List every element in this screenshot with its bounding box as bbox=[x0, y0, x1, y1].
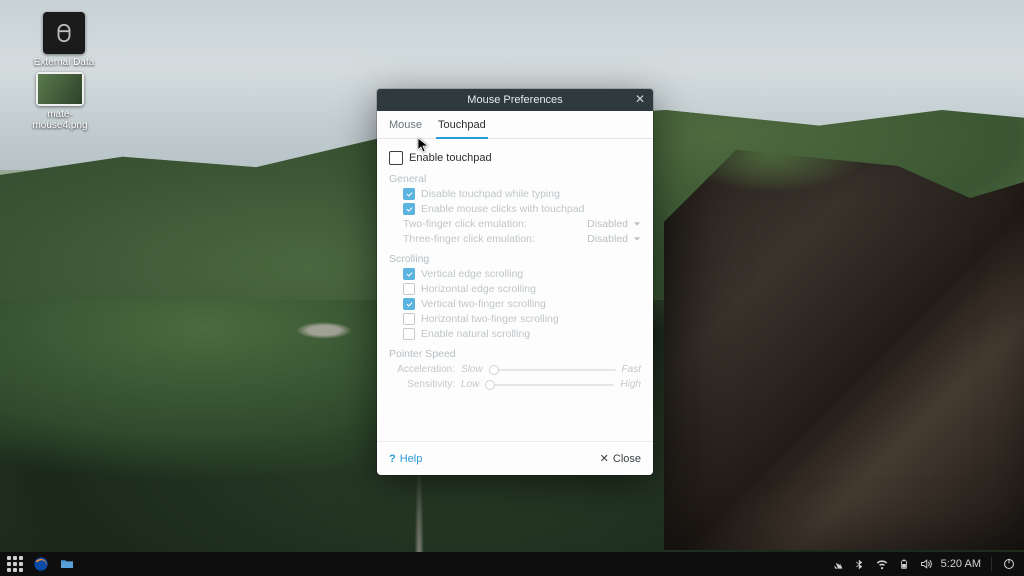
acceleration-row: Acceleration: Slow Fast bbox=[395, 364, 641, 375]
window-titlebar[interactable]: Mouse Preferences ✕ bbox=[377, 89, 653, 111]
close-icon: ✕ bbox=[600, 452, 609, 465]
tab-content: Enable touchpad General Disable touchpad… bbox=[377, 139, 653, 441]
two-finger-row: Two-finger click emulation: Disabled bbox=[403, 218, 641, 230]
enable-touchpad-row: Enable touchpad bbox=[389, 151, 641, 165]
scroll-vedge-label: Vertical edge scrolling bbox=[421, 268, 523, 280]
desktop: External Data mate-mouse4.png Mouse Pref… bbox=[0, 0, 1024, 552]
app-launcher-button[interactable] bbox=[4, 554, 26, 574]
two-finger-select[interactable]: Disabled bbox=[587, 218, 641, 230]
three-finger-label: Three-finger click emulation: bbox=[403, 233, 535, 245]
scroll-natural-checkbox[interactable] bbox=[403, 328, 415, 340]
three-finger-select[interactable]: Disabled bbox=[587, 233, 641, 245]
chevron-down-icon bbox=[633, 235, 641, 243]
help-icon: ? bbox=[389, 453, 396, 465]
scroll-hedge-label: Horizontal edge scrolling bbox=[421, 283, 536, 295]
taskbar-clock[interactable]: 5:20 AM bbox=[941, 558, 981, 570]
battery-icon[interactable] bbox=[897, 557, 911, 571]
window-footer: ? Help ✕ Close bbox=[377, 441, 653, 475]
volume-icon[interactable] bbox=[919, 557, 933, 571]
desktop-icon-label: External Data bbox=[28, 57, 100, 68]
firefox-icon bbox=[33, 556, 49, 572]
taskbar: 5:20 AM bbox=[0, 552, 1024, 576]
section-scrolling: Scrolling bbox=[389, 253, 641, 265]
image-thumb-icon bbox=[36, 72, 84, 106]
enable-touchpad-label: Enable touchpad bbox=[409, 152, 492, 164]
sensitivity-min: Low bbox=[461, 379, 479, 390]
scroll-vedge-checkbox[interactable] bbox=[403, 268, 415, 280]
enable-touchpad-checkbox[interactable] bbox=[389, 151, 403, 165]
desktop-icon-mate-mouse-png[interactable]: mate-mouse4.png bbox=[24, 72, 96, 131]
acceleration-slider[interactable] bbox=[489, 365, 616, 375]
sensitivity-row: Sensitivity: Low High bbox=[395, 379, 641, 390]
scroll-hedge-row: Horizontal edge scrolling bbox=[403, 283, 641, 295]
sensitivity-slider[interactable] bbox=[485, 380, 614, 390]
section-general: General bbox=[389, 173, 641, 185]
two-finger-label: Two-finger click emulation: bbox=[403, 218, 527, 230]
scroll-h2f-row: Horizontal two-finger scrolling bbox=[403, 313, 641, 325]
firefox-button[interactable] bbox=[30, 554, 52, 574]
folder-icon bbox=[59, 556, 75, 572]
scroll-natural-row: Enable natural scrolling bbox=[403, 328, 641, 340]
mouse-preferences-window: Mouse Preferences ✕ Mouse Touchpad Enabl… bbox=[377, 89, 653, 475]
enable-clicks-checkbox[interactable] bbox=[403, 203, 415, 215]
acceleration-min: Slow bbox=[461, 364, 483, 375]
scroll-h2f-label: Horizontal two-finger scrolling bbox=[421, 313, 559, 325]
scroll-v2f-row: Vertical two-finger scrolling bbox=[403, 298, 641, 310]
tab-mouse[interactable]: Mouse bbox=[387, 116, 424, 138]
taskbar-left bbox=[0, 554, 78, 574]
window-close-button[interactable]: ✕ bbox=[633, 92, 647, 106]
sensitivity-label: Sensitivity: bbox=[395, 379, 455, 390]
desktop-icon-label: mate-mouse4.png bbox=[24, 109, 96, 131]
wallpaper-cliff bbox=[664, 150, 1024, 550]
scroll-vedge-row: Vertical edge scrolling bbox=[403, 268, 641, 280]
disable-while-typing-row: Disable touchpad while typing bbox=[403, 188, 641, 200]
scroll-hedge-checkbox[interactable] bbox=[403, 283, 415, 295]
taskbar-separator bbox=[991, 557, 992, 571]
taskbar-right: 5:20 AM bbox=[831, 557, 1024, 571]
disk-icon bbox=[43, 12, 85, 54]
acceleration-label: Acceleration: bbox=[395, 364, 455, 375]
three-finger-row: Three-finger click emulation: Disabled bbox=[403, 233, 641, 245]
scroll-h2f-checkbox[interactable] bbox=[403, 313, 415, 325]
scroll-natural-label: Enable natural scrolling bbox=[421, 328, 530, 340]
desktop-icon-external-data[interactable]: External Data bbox=[28, 12, 100, 68]
files-button[interactable] bbox=[56, 554, 78, 574]
enable-clicks-label: Enable mouse clicks with touchpad bbox=[421, 203, 584, 215]
power-icon[interactable] bbox=[1002, 557, 1016, 571]
tab-bar: Mouse Touchpad bbox=[377, 111, 653, 139]
close-button[interactable]: ✕ Close bbox=[600, 452, 641, 465]
disable-while-typing-label: Disable touchpad while typing bbox=[421, 188, 560, 200]
section-pointer-speed: Pointer Speed bbox=[389, 348, 641, 360]
disable-while-typing-checkbox[interactable] bbox=[403, 188, 415, 200]
apps-grid-icon bbox=[5, 554, 25, 574]
scroll-v2f-label: Vertical two-finger scrolling bbox=[421, 298, 546, 310]
scroll-v2f-checkbox[interactable] bbox=[403, 298, 415, 310]
acceleration-max: Fast bbox=[622, 364, 641, 375]
wifi-icon[interactable] bbox=[875, 557, 889, 571]
tab-touchpad[interactable]: Touchpad bbox=[436, 116, 488, 139]
sensitivity-max: High bbox=[620, 379, 641, 390]
bluetooth-icon[interactable] bbox=[853, 557, 867, 571]
enable-clicks-row: Enable mouse clicks with touchpad bbox=[403, 203, 641, 215]
chevron-down-icon bbox=[633, 220, 641, 228]
network-icon[interactable] bbox=[831, 557, 845, 571]
window-title: Mouse Preferences bbox=[467, 94, 562, 106]
help-button[interactable]: ? Help bbox=[389, 453, 422, 465]
